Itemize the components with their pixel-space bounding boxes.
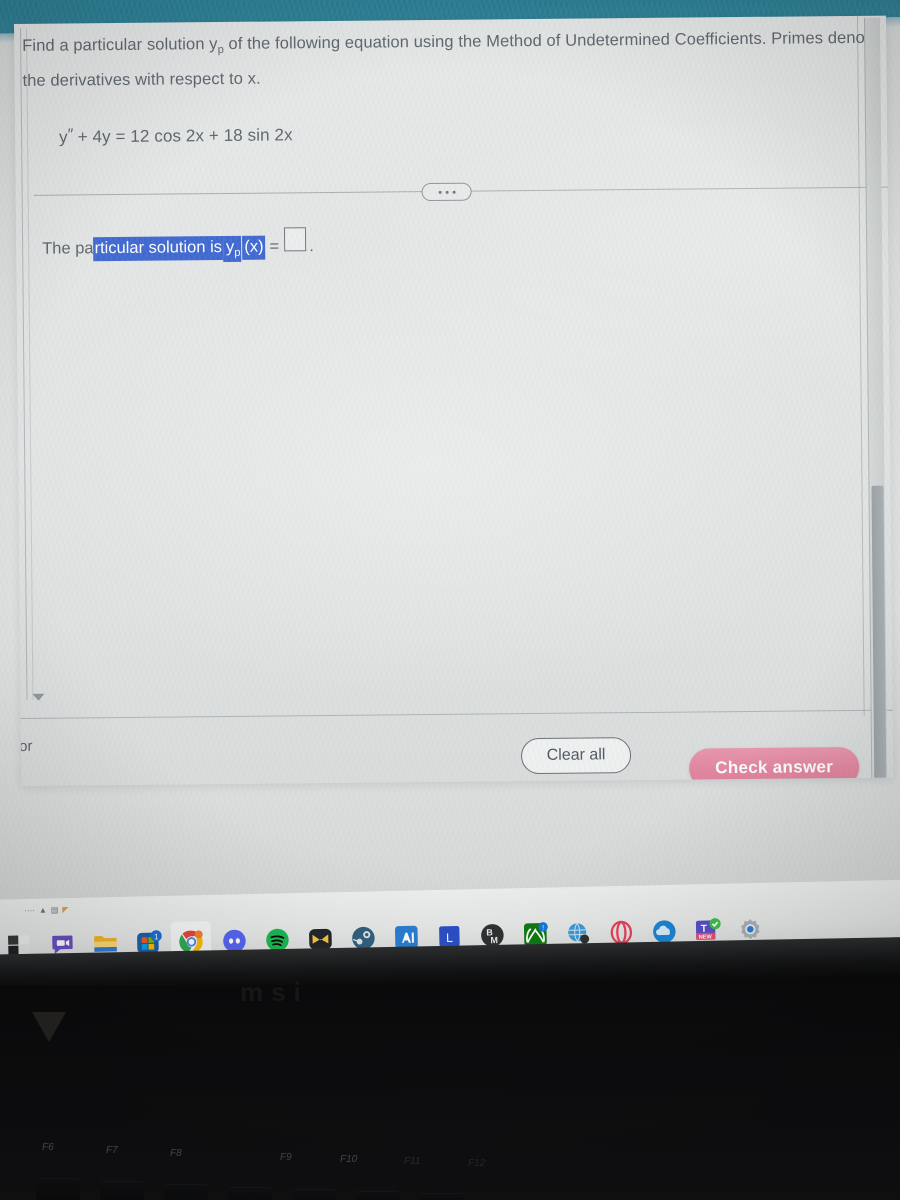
tray-dots-icon: ···· [24, 905, 35, 916]
keyboard-key[interactable] [164, 1184, 208, 1200]
question-part-1: Find a particular solution y [22, 35, 218, 55]
question-part-2: of the following equation using the Meth… [223, 28, 879, 53]
answer-input-box[interactable] [284, 227, 307, 252]
tray-small-icon-2: ▤ [50, 905, 59, 915]
tray-small-icon-3: ◤ [62, 905, 69, 915]
desktop: Find a particular solution y p of the fol… [0, 0, 900, 973]
calculator-label: tor [14, 737, 33, 756]
tray-small-icon-1: ▲ [38, 905, 47, 915]
laptop-brand-logo: msi [240, 977, 309, 1007]
equation-lhs: y [58, 127, 68, 147]
panel-right-rule [856, 15, 865, 716]
photographed-screen: Find a particular solution y p of the fol… [0, 0, 900, 1200]
check-answer-button[interactable]: Check answer [688, 746, 860, 786]
keyboard-function-row: F6 F7 F8 F9 F10 F11 F12 [0, 1130, 900, 1170]
keyboard-key[interactable] [420, 1193, 464, 1200]
keyboard-key[interactable] [228, 1187, 272, 1200]
key-f9[interactable]: F9 [280, 1152, 292, 1163]
keyboard-key[interactable] [356, 1191, 400, 1200]
ellipsis-dot-2 [445, 190, 449, 194]
clear-all-button[interactable]: Clear all [520, 737, 632, 775]
key-f8[interactable]: F8 [170, 1148, 182, 1159]
svg-text:L: L [445, 930, 452, 944]
ellipsis-dot-3 [452, 190, 456, 194]
answer-trailing-period: . [309, 237, 314, 256]
ellipsis-dot-1 [438, 190, 442, 194]
keyboard-key[interactable] [36, 1178, 80, 1200]
hinge-triangle-icon [32, 1012, 66, 1042]
svg-text:M: M [490, 935, 498, 945]
question-line-2: the derivatives with respect to x. [22, 69, 261, 90]
key-f10[interactable]: F10 [340, 1154, 357, 1165]
taskbar-tray-row: ···· ▲ ▤ ◤ [24, 905, 68, 915]
keyboard-key[interactable] [292, 1189, 336, 1200]
answer-prefix-selected: rticular solution is [93, 236, 224, 262]
equals-sign: = [269, 237, 280, 256]
keyboard-number-row [0, 1168, 900, 1200]
answer-var-argument: (x) [242, 235, 266, 260]
svg-text:NEW: NEW [698, 934, 712, 940]
answer-var: yp [222, 235, 242, 263]
more-options-ellipsis-icon[interactable] [421, 182, 472, 202]
scroll-down-arrow-left-icon[interactable] [32, 693, 45, 701]
svg-text:1: 1 [153, 932, 158, 941]
answer-var-subscript: p [234, 246, 241, 259]
footer-separator [20, 709, 893, 719]
equation-rest: + 4y = 12 cos 2x + 18 sin 2x [72, 125, 293, 147]
keyboard-key[interactable] [100, 1181, 144, 1200]
panel-left-rule-2 [26, 27, 34, 700]
answer-line: The pa rticular solution is yp (x) =. [42, 227, 314, 263]
equation: y″ + 4y = 12 cos 2x + 18 sin 2x [59, 124, 293, 147]
key-f6[interactable]: F6 [42, 1142, 54, 1153]
question-text: Find a particular solution yp of the fol… [22, 23, 893, 96]
key-f11[interactable]: F11 [404, 1156, 421, 1167]
answer-prefix-plain: The pa [42, 239, 94, 258]
svg-text:!: ! [542, 924, 544, 931]
exercise-panel: Find a particular solution y p of the fol… [14, 15, 894, 786]
key-f7[interactable]: F7 [106, 1145, 118, 1156]
